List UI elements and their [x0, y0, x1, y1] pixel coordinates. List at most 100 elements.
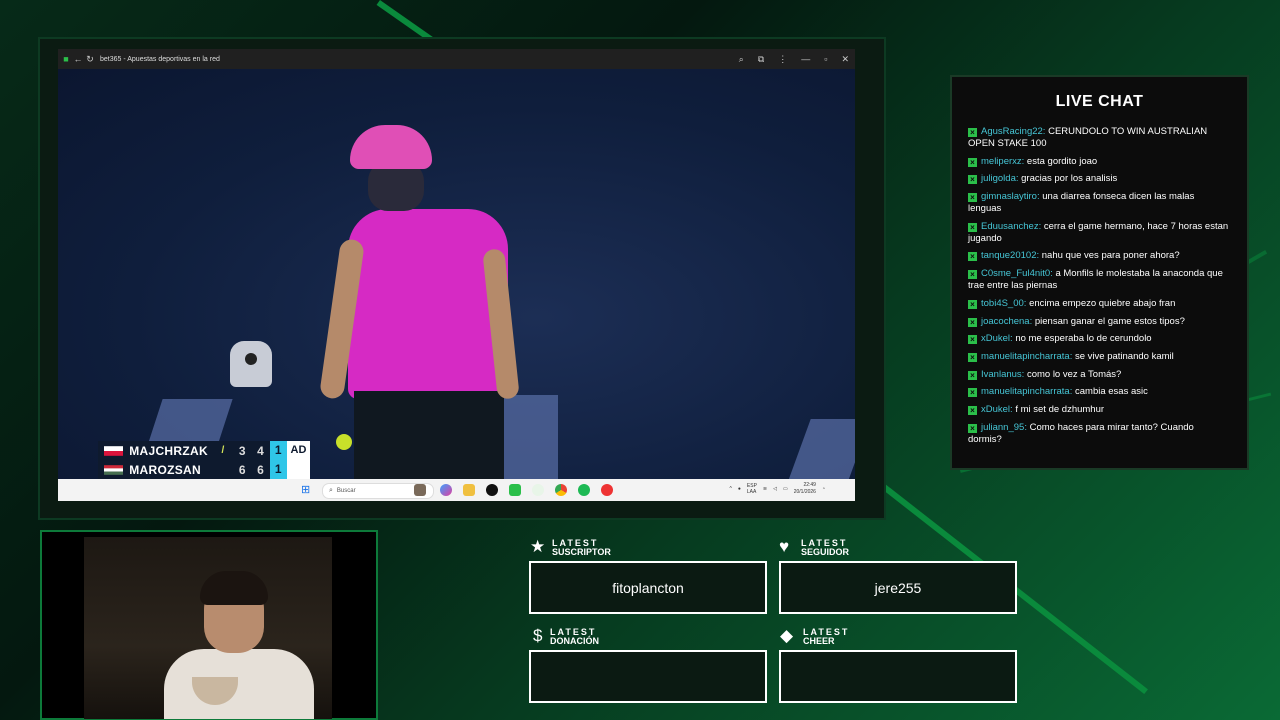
chat-message: × AgusRacing22: CERUNDOLO TO WIN AUSTRALI…: [968, 126, 1230, 150]
chat-username[interactable]: manuelitapincharrata:: [981, 386, 1072, 397]
dollar-icon: $: [533, 626, 543, 645]
poland-flag-icon: [104, 445, 124, 456]
chrome-icon[interactable]: [555, 484, 567, 496]
label-big: SUSCRIPTOR: [552, 547, 611, 557]
chat-message: × C0sme_Ful4nit0: a Monfils le molestaba …: [968, 268, 1230, 292]
chat-username[interactable]: joacochena:: [981, 316, 1032, 327]
chat-message: × xDukel: f mi set de dzhumhur: [968, 404, 1230, 416]
chat-message: × manuelitapincharrata: se vive patinando…: [968, 351, 1230, 363]
minimize-icon[interactable]: —: [801, 54, 810, 64]
chat-username[interactable]: AgusRacing22:: [981, 126, 1045, 137]
chat-username[interactable]: Eduusanchez:: [981, 221, 1041, 232]
chat-badge-icon: ×: [968, 352, 977, 362]
chat-badge-icon: ×: [968, 370, 977, 380]
star-icon: ★: [530, 537, 546, 556]
chat-message: × juligolda: gracias por los analisis: [968, 173, 1230, 185]
donation-label: LATEST DONACIÓN: [550, 628, 599, 646]
notification-icon[interactable]: ◔: [822, 486, 825, 492]
more-icon[interactable]: ⋮: [778, 54, 787, 65]
stadium-shape: [498, 395, 558, 483]
back-icon[interactable]: ←: [72, 54, 84, 64]
chat-text: no me esperaba lo de cerundolo: [1012, 333, 1152, 345]
chat-badge-icon: ×: [968, 388, 977, 398]
clock-time: 22:49: [803, 482, 816, 488]
whatsapp-icon[interactable]: [532, 484, 544, 496]
chat-badge-icon: ×: [968, 317, 977, 327]
battery-icon[interactable]: ▭: [783, 486, 788, 492]
chat-message: × juliann_95: Como haces para mirar tanto…: [968, 422, 1230, 446]
score-row: MAJCHRZAK / 3 4 1 AD: [98, 441, 310, 460]
windows-start-icon[interactable]: ⊞: [301, 484, 313, 496]
hungary-flag-icon: [104, 464, 124, 475]
browser-window: ■ ← ↻ bet365 - Apuestas deportivas en la…: [58, 49, 855, 501]
search-icon: ⌕: [329, 487, 333, 494]
zoom-icon[interactable]: ⌕: [739, 54, 744, 65]
wifi-icon[interactable]: ≋: [763, 486, 767, 492]
point-score: AD: [286, 441, 310, 460]
webcam-video: [84, 537, 332, 719]
chat-text: nahu que ves para poner ahora?: [1039, 250, 1180, 262]
player-name: MAROZSAN: [129, 462, 201, 477]
page-title: bet365 - Apuestas deportivas en la red: [100, 55, 220, 63]
player-name: MAJCHRZAK: [129, 443, 208, 458]
diamond-icon: ◆: [780, 626, 794, 645]
chat-username[interactable]: juligolda:: [981, 173, 1019, 184]
language-indicator[interactable]: ESP LAA: [747, 483, 757, 495]
game-score: 1: [269, 460, 287, 479]
chat-text: esta gordito joao: [1024, 155, 1098, 167]
chat-badge-icon: ×: [968, 270, 977, 280]
chat-badge-icon: ×: [968, 157, 977, 167]
chat-username[interactable]: C0sme_Ful4nit0:: [981, 268, 1053, 279]
chat-username[interactable]: Ivanlanus:: [981, 369, 1024, 380]
chat-username[interactable]: tanque20102:: [981, 250, 1039, 261]
chat-message: × joacochena: piensan ganar el game estos…: [968, 316, 1230, 328]
clock[interactable]: 22:49 20/1/2026: [794, 482, 816, 496]
chat-username[interactable]: juliann_95:: [981, 422, 1027, 433]
chat-username[interactable]: manuelitapincharrata:: [981, 351, 1072, 362]
maximize-icon[interactable]: ▫: [824, 54, 827, 64]
bet365-icon[interactable]: [509, 484, 521, 496]
chat-badge-icon: ×: [968, 423, 977, 433]
player-shorts: [354, 391, 504, 483]
tennis-ball: [336, 434, 352, 450]
app-icon[interactable]: [601, 484, 613, 496]
tiktok-icon[interactable]: [486, 484, 498, 496]
chat-badge-icon: ×: [968, 193, 977, 203]
taskbar-app-icon[interactable]: [414, 484, 426, 496]
chat-username[interactable]: meliperxz:: [981, 156, 1024, 167]
chat-badge-icon: ×: [968, 335, 977, 345]
copilot-icon[interactable]: [440, 484, 452, 496]
chat-message: × gimnaslaytiro: una diarrea fonseca dice…: [968, 191, 1230, 215]
reload-icon[interactable]: ↻: [84, 54, 96, 65]
chat-username[interactable]: tobi4S_00:: [981, 298, 1026, 309]
browser-window-frame: ■ ← ↻ bet365 - Apuestas deportivas en la…: [38, 37, 886, 520]
mic-icon[interactable]: ●: [738, 486, 741, 492]
live-chat-panel: LIVE CHAT × AgusRacing22: CERUNDOLO TO WI…: [950, 75, 1249, 470]
label-big: DONACIÓN: [550, 636, 599, 646]
folder-icon[interactable]: [463, 484, 475, 496]
chat-message: × Ivanlanus: como lo vez a Tomás?: [968, 369, 1230, 381]
close-icon[interactable]: ✕: [841, 54, 849, 65]
chevron-up-icon[interactable]: ^: [730, 486, 732, 492]
chat-message: × Eduusanchez: cerra el game hermano, hac…: [968, 221, 1230, 245]
label-big: SEGUIDOR: [801, 547, 850, 557]
chat-badge-icon: ×: [968, 175, 977, 185]
share-icon[interactable]: ⧉: [758, 54, 764, 65]
chat-text: f mi set de dzhumhur: [1012, 403, 1105, 415]
tv-camera: [230, 341, 272, 387]
latest-cheer-box: [779, 650, 1017, 703]
chat-username[interactable]: gimnaslaytiro:: [981, 191, 1040, 202]
spotify-icon[interactable]: [578, 484, 590, 496]
streamer-hair: [200, 571, 268, 605]
player-shirt: [348, 209, 508, 399]
chat-username[interactable]: xDukel:: [981, 333, 1013, 344]
tennis-video[interactable]: MAJCHRZAK / 3 4 1 AD MAROZSAN 6 6 1: [58, 69, 855, 483]
volume-icon[interactable]: ◁: [773, 486, 777, 492]
chat-message: × xDukel: no me esperaba lo de cerundolo: [968, 333, 1230, 345]
chat-username[interactable]: xDukel:: [981, 404, 1013, 415]
serve-indicator-icon: /: [221, 445, 225, 456]
chat-text: como lo vez a Tomás?: [1024, 368, 1122, 380]
chat-text: se vive patinando kamil: [1072, 350, 1174, 362]
set-score: 6: [238, 462, 246, 477]
streamer-body: [164, 649, 314, 719]
